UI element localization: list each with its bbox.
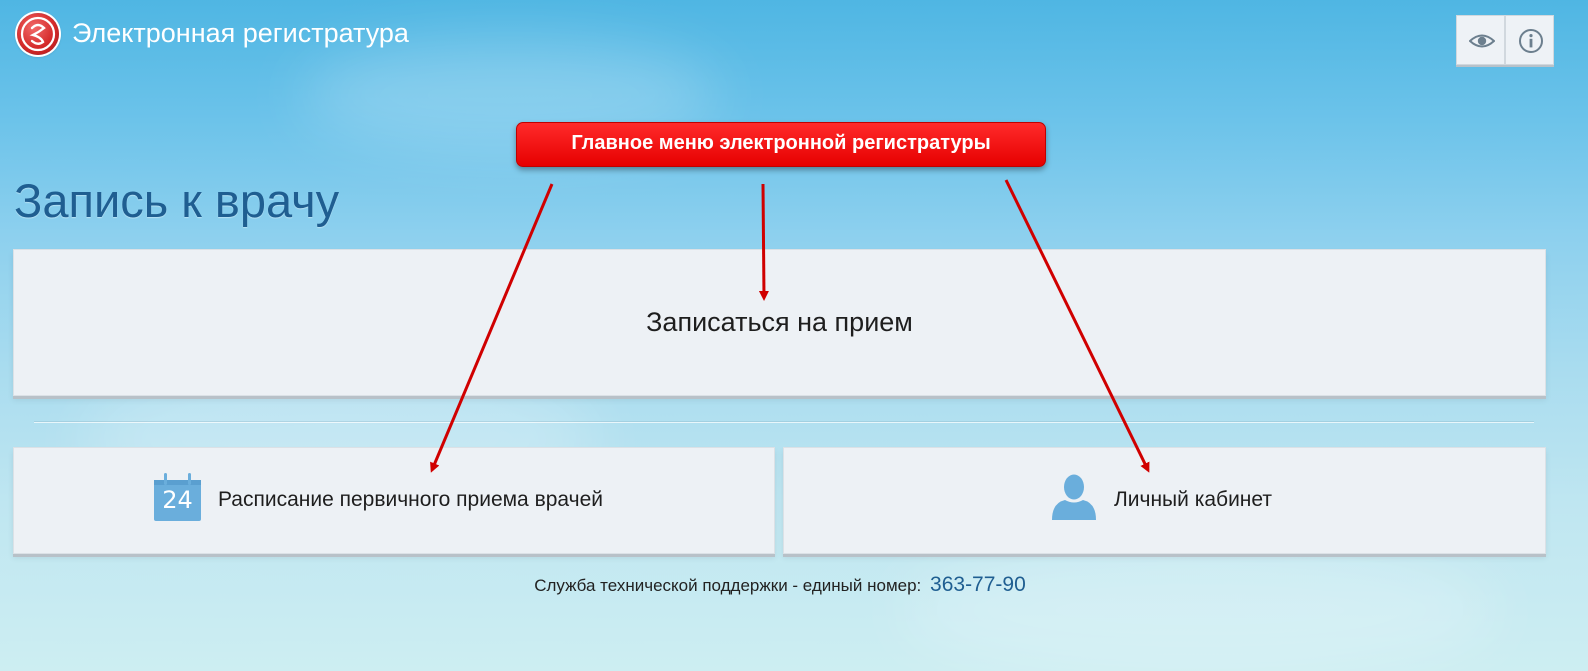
personal-cabinet-label: Личный кабинет (1114, 488, 1272, 511)
annotation-callout: Главное меню электронной регистратуры (516, 122, 1046, 167)
book-appointment-button[interactable]: Записаться на прием (13, 249, 1546, 396)
emblem-logo-icon[interactable] (17, 13, 59, 55)
page-title: Запись к врачу (14, 174, 340, 227)
support-number[interactable]: 363-77-90 (930, 573, 1026, 596)
app-title[interactable]: Электронная регистратура (72, 18, 409, 49)
eye-icon (1469, 34, 1495, 48)
annotation-callout-text: Главное меню электронной регистратуры (571, 132, 991, 154)
info-button[interactable] (1505, 15, 1554, 65)
divider (34, 422, 1534, 423)
support-info: Служба технической поддержки - единый но… (0, 573, 1560, 597)
user-icon (1050, 474, 1098, 520)
accessibility-button[interactable] (1456, 15, 1505, 65)
schedule-label: Расписание первичного приема врачей (218, 488, 603, 511)
header: Электронная регистратура (0, 0, 1588, 70)
book-appointment-label: Записаться на прием (646, 307, 913, 337)
info-icon (1519, 29, 1543, 53)
calendar-icon: 24 (154, 472, 201, 521)
support-text: Служба технической поддержки - единый но… (534, 576, 922, 595)
calendar-day: 24 (162, 486, 193, 514)
